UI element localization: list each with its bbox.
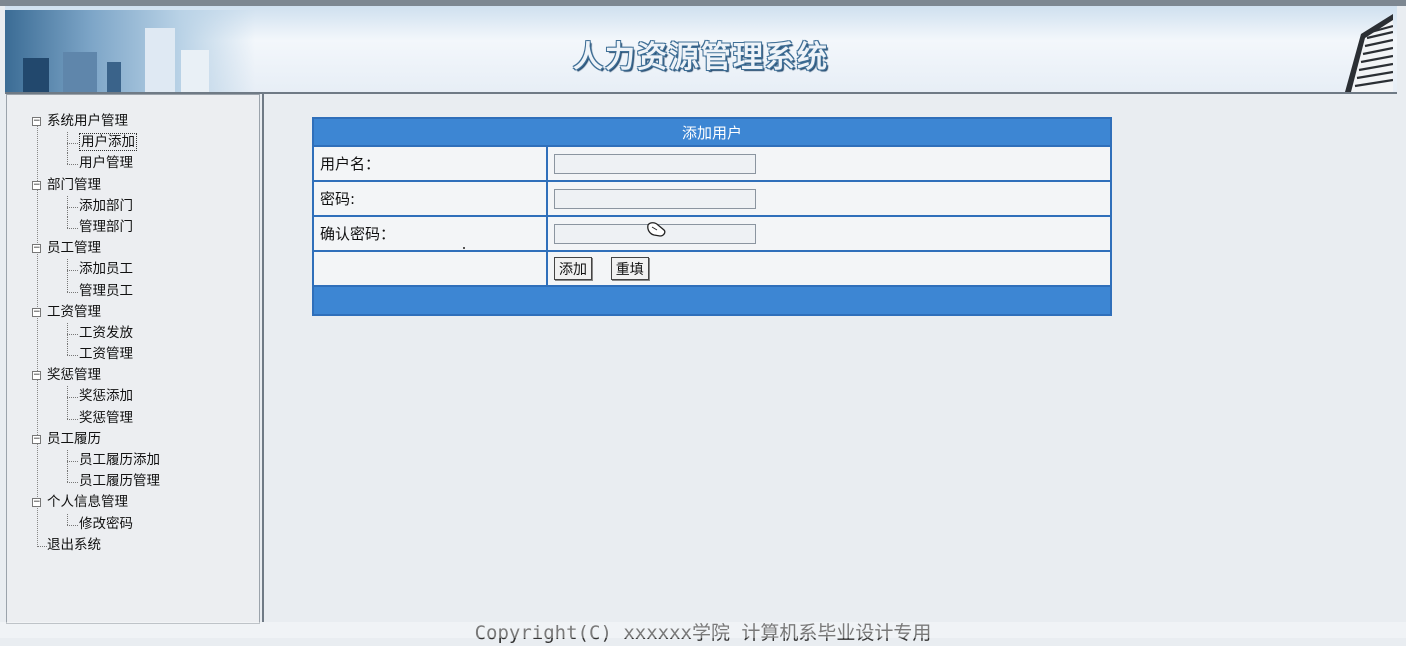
sidebar-group-label[interactable]: 工资管理 bbox=[47, 304, 101, 320]
form-row-password: 密码: bbox=[312, 180, 1112, 217]
sidebar-item-label[interactable]: 管理部门 bbox=[79, 219, 133, 235]
tree-connector bbox=[67, 355, 78, 357]
sidebar-item-4-0[interactable]: 奖惩添加 bbox=[27, 386, 160, 408]
stray-dot bbox=[463, 247, 465, 249]
add-button[interactable]: 添加 bbox=[554, 257, 592, 280]
sidebar-item-label[interactable]: 员工履历添加 bbox=[79, 452, 160, 468]
exit-system-link[interactable]: 退出系统 bbox=[47, 537, 101, 553]
tree-connector bbox=[67, 471, 68, 483]
tree-connector bbox=[67, 397, 78, 399]
sidebar-item-5-1[interactable]: 员工履历管理 bbox=[27, 471, 160, 492]
tree-connector bbox=[67, 143, 78, 145]
collapse-toggle-icon[interactable]: − bbox=[32, 434, 41, 444]
skyscraper-image bbox=[1345, 14, 1393, 92]
sidebar-item-label[interactable]: 用户管理 bbox=[79, 155, 133, 171]
sidebar-item-2-1[interactable]: 管理员工 bbox=[27, 280, 160, 302]
tree-connector bbox=[37, 545, 47, 547]
sidebar-group-4[interactable]: − 奖惩管理 bbox=[27, 365, 160, 386]
password-input[interactable] bbox=[554, 188, 756, 209]
sidebar-group-label[interactable]: 员工履历 bbox=[47, 431, 101, 447]
menu-tree: − 系统用户管理 用户添加 用户管理 − 部门管理 添加部门 管理部门 − 员工管理 添加员工 管理员… bbox=[27, 111, 160, 556]
sidebar-item-label[interactable]: 添加员工 bbox=[79, 261, 133, 277]
sidebar-group-5[interactable]: − 员工履历 bbox=[27, 429, 160, 450]
confirm-password-label: 确认密码： bbox=[312, 215, 548, 252]
sidebar-item-label[interactable]: 工资发放 bbox=[79, 325, 133, 341]
tree-connector bbox=[67, 227, 78, 229]
sidebar-group-6[interactable]: − 个人信息管理 bbox=[27, 492, 160, 513]
sidebar-group-1[interactable]: − 部门管理 bbox=[27, 175, 160, 196]
form-row-confirm-password: 确认密码： bbox=[312, 215, 1112, 252]
tree-connector bbox=[67, 216, 68, 228]
sidebar-group-label[interactable]: 员工管理 bbox=[47, 240, 101, 256]
sidebar-item-1-0[interactable]: 添加部门 bbox=[27, 195, 160, 217]
sidebar-item-exit[interactable]: 退出系统 bbox=[27, 535, 160, 556]
tree-connector bbox=[67, 333, 78, 335]
sidebar-item-label[interactable]: 添加部门 bbox=[79, 198, 133, 214]
collapse-toggle-icon[interactable]: − bbox=[32, 307, 41, 317]
sidebar-item-label[interactable]: 奖惩管理 bbox=[79, 410, 133, 426]
collapse-toggle-icon[interactable]: − bbox=[32, 371, 41, 381]
tree-connector bbox=[67, 513, 68, 525]
tree-connector bbox=[67, 344, 68, 356]
sidebar-item-3-1[interactable]: 工资管理 bbox=[27, 344, 160, 365]
tree-connector bbox=[67, 206, 78, 208]
sidebar-item-label[interactable]: 员工履历管理 bbox=[79, 473, 160, 489]
sidebar-item-6-0[interactable]: 修改密码 bbox=[27, 513, 160, 535]
sidebar-item-1-1[interactable]: 管理部门 bbox=[27, 216, 160, 238]
sidebar-item-2-0[interactable]: 添加员工 bbox=[27, 259, 160, 281]
copyright-text: Copyright(C) xxxxxx学院 计算机系毕业设计专用 bbox=[474, 622, 932, 644]
sidebar-item-0-1[interactable]: 用户管理 bbox=[27, 153, 160, 174]
sidebar-item-label[interactable]: 奖惩添加 bbox=[79, 388, 133, 404]
reset-button[interactable]: 重填 bbox=[610, 257, 649, 280]
sidebar-group-label[interactable]: 个人信息管理 bbox=[47, 494, 128, 510]
page-header: 人力资源管理系统 bbox=[5, 6, 1397, 94]
form-footer-bar bbox=[312, 285, 1112, 316]
hand-pointer-icon bbox=[647, 222, 666, 237]
sidebar-group-label[interactable]: 系统用户管理 bbox=[47, 113, 128, 129]
collapse-toggle-icon[interactable]: − bbox=[32, 180, 41, 190]
tree-connector bbox=[67, 407, 68, 419]
tree-connector bbox=[67, 280, 68, 292]
collapse-toggle-icon[interactable]: − bbox=[32, 244, 41, 254]
form-row-username: 用户名： bbox=[312, 145, 1112, 182]
tree-connector bbox=[67, 418, 78, 420]
sidebar-item-label[interactable]: 修改密码 bbox=[79, 516, 133, 532]
sidebar-item-4-1[interactable]: 奖惩管理 bbox=[27, 407, 160, 429]
sidebar-nav: − 系统用户管理 用户添加 用户管理 − 部门管理 添加部门 管理部门 − 员工管理 添加员工 管理员… bbox=[6, 94, 260, 624]
sidebar-item-3-0[interactable]: 工资发放 bbox=[27, 322, 160, 344]
tree-connector bbox=[67, 482, 78, 484]
main-content: 添加用户 用户名： 密码: 确认密码： 添加 重填 bbox=[262, 94, 1396, 622]
tree-connector bbox=[67, 461, 78, 462]
tree-connector bbox=[67, 291, 78, 293]
form-row-actions: 添加 重填 bbox=[312, 250, 1112, 287]
tree-connector bbox=[67, 524, 78, 526]
sidebar-group-3[interactable]: − 工资管理 bbox=[27, 302, 160, 323]
add-user-form: 添加用户 用户名： 密码: 确认密码： 添加 重填 bbox=[312, 117, 1112, 316]
sidebar-group-label[interactable]: 奖惩管理 bbox=[47, 367, 101, 383]
sidebar-item-label[interactable]: 管理员工 bbox=[79, 283, 133, 299]
actions-label-cell bbox=[312, 250, 548, 287]
sidebar-item-5-0[interactable]: 员工履历添加 bbox=[27, 450, 160, 471]
sidebar-item-label[interactable]: 用户添加 bbox=[79, 133, 137, 152]
sidebar-item-label[interactable]: 工资管理 bbox=[79, 346, 133, 362]
sidebar-group-label[interactable]: 部门管理 bbox=[47, 177, 101, 193]
form-caption: 添加用户 bbox=[312, 117, 1112, 147]
sidebar-group-2[interactable]: − 员工管理 bbox=[27, 238, 160, 259]
tree-connector bbox=[67, 153, 68, 165]
username-input[interactable] bbox=[554, 153, 756, 174]
page-title: 人力资源管理系统 bbox=[573, 40, 829, 75]
password-label: 密码: bbox=[312, 180, 548, 217]
tree-connector bbox=[67, 270, 78, 272]
collapse-toggle-icon[interactable]: − bbox=[32, 498, 41, 508]
tree-connector bbox=[67, 164, 78, 166]
username-label: 用户名： bbox=[312, 145, 548, 182]
sidebar-item-0-0[interactable]: 用户添加 bbox=[27, 132, 160, 154]
collapse-toggle-icon[interactable]: − bbox=[32, 117, 41, 126]
sidebar-group-0[interactable]: − 系统用户管理 bbox=[27, 111, 160, 132]
